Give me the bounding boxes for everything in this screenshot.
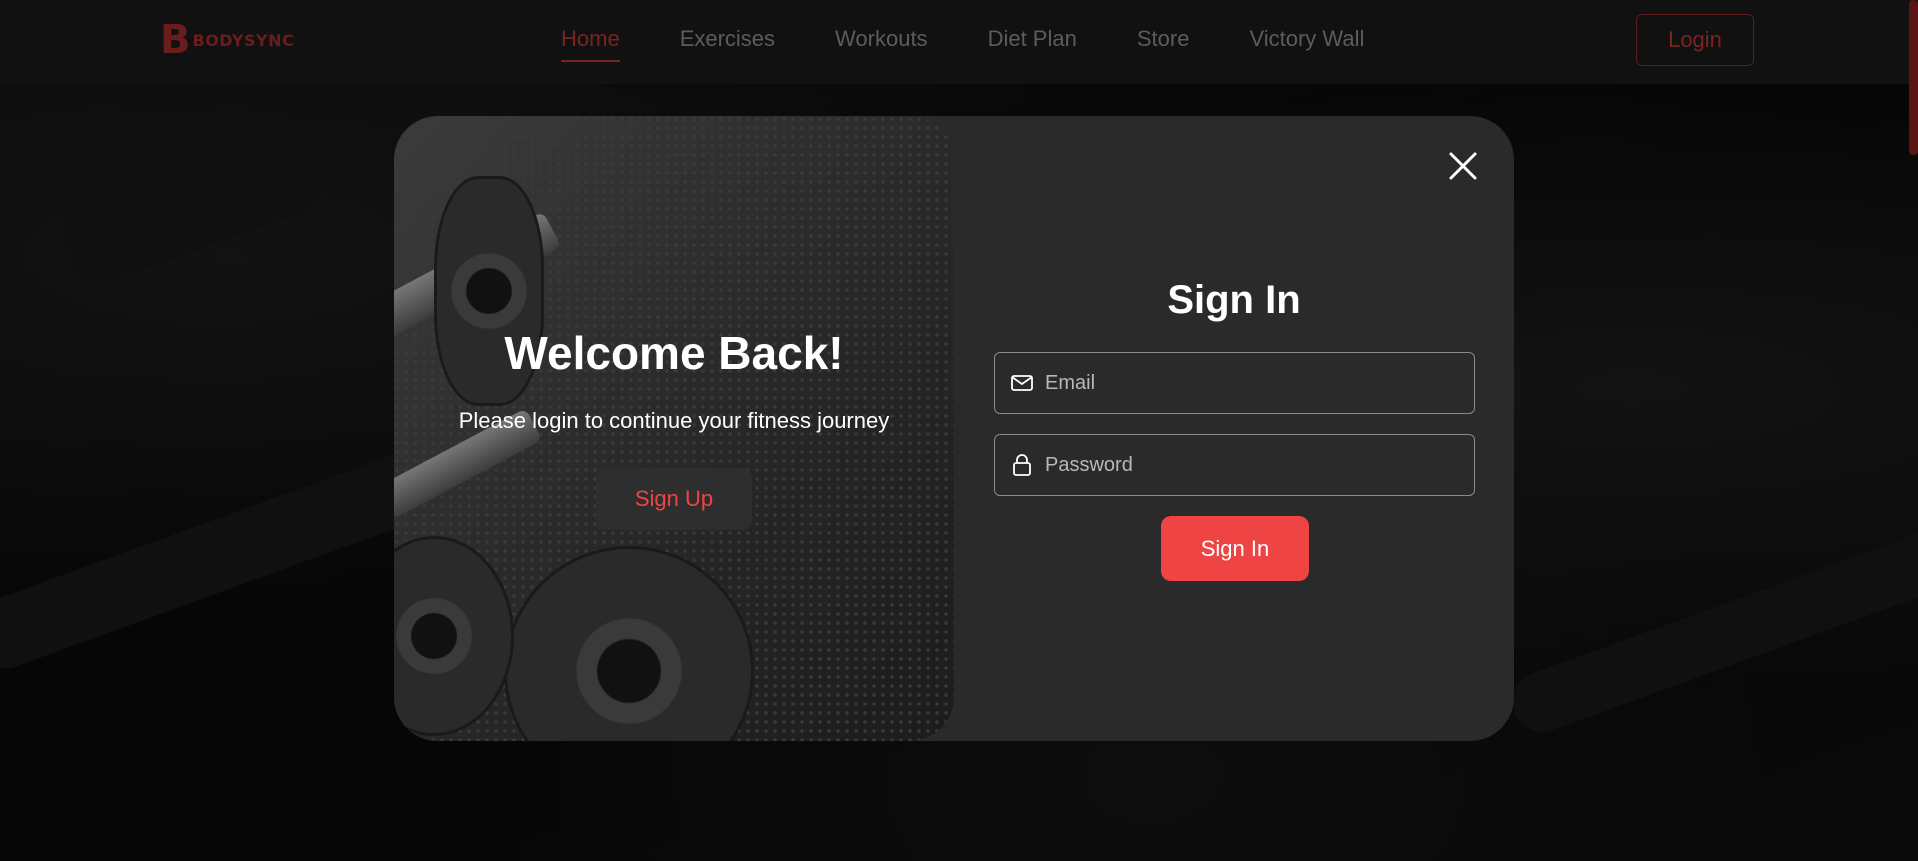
main-nav: Home Exercises Workouts Diet Plan Store … [561,26,1364,62]
close-button[interactable] [1446,150,1480,184]
welcome-subtitle: Please login to continue your fitness jo… [458,408,890,433]
sign-in-title: Sign In [1167,278,1301,322]
nav-item-home[interactable]: Home [561,26,620,62]
email-input[interactable] [1035,353,1474,413]
welcome-panel: Welcome Back! Please login to continue y… [394,116,954,741]
sign-in-button[interactable]: Sign In [1161,516,1309,581]
logo-text: BODYSYNC [192,30,295,50]
nav-item-victory-wall[interactable]: Victory Wall [1249,26,1364,62]
password-input[interactable] [1035,435,1474,495]
nav-item-store[interactable]: Store [1137,26,1190,62]
lock-icon [1009,452,1035,478]
logo[interactable]: B BODYSYNC [160,20,294,60]
nav-item-exercises[interactable]: Exercises [680,26,775,62]
close-icon [1449,152,1477,179]
scrollbar-thumb[interactable] [1909,0,1918,155]
email-field [994,352,1475,414]
nav-item-diet-plan[interactable]: Diet Plan [988,26,1077,62]
login-button[interactable]: Login [1636,14,1754,66]
logo-mark: B [160,17,191,63]
welcome-title: Welcome Back! [504,327,844,379]
weight-plate-image [504,546,754,741]
password-field [994,434,1475,496]
login-modal: Welcome Back! Please login to continue y… [394,116,1514,741]
sign-up-button[interactable]: Sign Up [596,468,752,530]
weight-plate-image [394,536,514,736]
mail-icon [1009,370,1035,396]
site-header: B BODYSYNC Home Exercises Workouts Diet … [0,0,1918,84]
nav-item-workouts[interactable]: Workouts [835,26,928,62]
